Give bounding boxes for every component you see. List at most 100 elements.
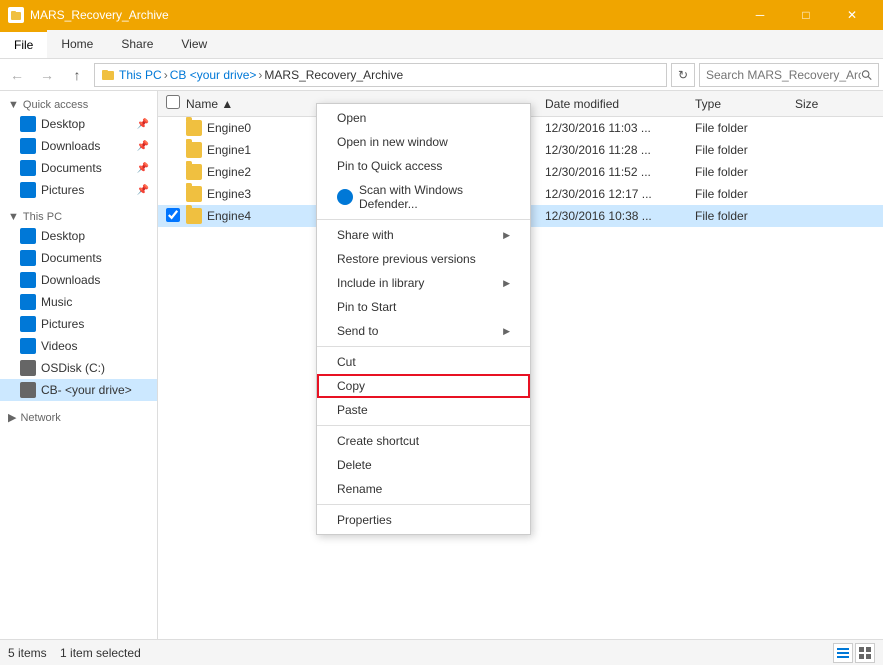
pictures-icon: [20, 182, 36, 198]
ctx-pin-quickaccess[interactable]: Pin to Quick access: [317, 154, 530, 178]
thispc-label: This PC: [23, 211, 62, 223]
sidebar-thispc-videos[interactable]: Videos: [0, 335, 157, 357]
forward-button[interactable]: →: [34, 62, 60, 88]
status-info: 5 items 1 item selected: [8, 646, 141, 660]
col-type-header[interactable]: Type: [695, 97, 795, 111]
refresh-button[interactable]: ↻: [671, 63, 695, 87]
ctx-delete[interactable]: Delete: [317, 453, 530, 477]
col-modified-header[interactable]: Date modified: [545, 97, 695, 111]
pin-icon: 📌: [137, 185, 149, 196]
sidebar-item-label: Videos: [41, 339, 77, 353]
large-icons-view-button[interactable]: [855, 643, 875, 663]
col-size-header[interactable]: Size: [795, 97, 875, 111]
ctx-item-left: Pin to Quick access: [337, 159, 442, 173]
ctx-item-left: Paste: [337, 403, 368, 417]
tab-home[interactable]: Home: [47, 30, 107, 58]
pin-icon: 📌: [137, 119, 149, 130]
maximize-button[interactable]: □: [783, 0, 829, 30]
sidebar-thispc-osdisk[interactable]: OSDisk (C:): [0, 357, 157, 379]
file-modified: 12/30/2016 12:17 ...: [545, 187, 695, 201]
ctx-scan-defender[interactable]: Scan with Windows Defender...: [317, 178, 530, 216]
sidebar-item-label: Downloads: [41, 139, 100, 153]
sidebar-item-pictures[interactable]: Pictures 📌: [0, 179, 157, 201]
sidebar-item-label: Documents: [41, 251, 102, 265]
pictures-icon: [20, 316, 36, 332]
ctx-share-with[interactable]: Share with: [317, 223, 530, 247]
ctx-rename[interactable]: Rename: [317, 477, 530, 501]
tab-file[interactable]: File: [0, 30, 47, 58]
details-view-button[interactable]: [833, 643, 853, 663]
pin-icon: 📌: [137, 141, 149, 152]
ctx-properties[interactable]: Properties: [317, 508, 530, 532]
minimize-button[interactable]: ─: [737, 0, 783, 30]
drive-icon: [20, 382, 36, 398]
address-path[interactable]: This PC › CB <your drive> › MARS_Recover…: [94, 63, 667, 87]
ctx-send-to[interactable]: Send to: [317, 319, 530, 343]
select-all-checkbox[interactable]: [166, 95, 180, 109]
tab-share[interactable]: Share: [107, 30, 167, 58]
context-menu: Open Open in new window Pin to Quick acc…: [316, 103, 531, 535]
sidebar-thispc-music[interactable]: Music: [0, 291, 157, 313]
search-box: [699, 63, 879, 87]
ctx-open-new-window[interactable]: Open in new window: [317, 130, 530, 154]
ctx-item-left: Open in new window: [337, 135, 448, 149]
file-modified: 12/30/2016 11:52 ...: [545, 165, 695, 179]
sidebar-group-thispc[interactable]: ▼ This PC: [0, 207, 157, 225]
file-type: File folder: [695, 143, 795, 157]
sidebar-thispc-documents[interactable]: Documents: [0, 247, 157, 269]
sidebar-thispc-downloads[interactable]: Downloads: [0, 269, 157, 291]
ctx-restore-versions[interactable]: Restore previous versions: [317, 247, 530, 271]
close-button[interactable]: ✕: [829, 0, 875, 30]
folder-icon: [186, 120, 202, 136]
back-button[interactable]: ←: [4, 62, 30, 88]
sidebar-item-label: Pictures: [41, 317, 84, 331]
tab-view[interactable]: View: [167, 30, 221, 58]
folder-icon: [186, 186, 202, 202]
ctx-include-library[interactable]: Include in library: [317, 271, 530, 295]
ctx-paste[interactable]: Paste: [317, 398, 530, 422]
disk-icon: [20, 360, 36, 376]
ctx-item-left: Cut: [337, 355, 356, 369]
desktop-icon: [20, 228, 36, 244]
breadcrumb-drive[interactable]: CB <your drive>: [170, 68, 257, 82]
sidebar-item-label: CB- <your drive>: [41, 383, 132, 397]
sidebar-thispc-desktop[interactable]: Desktop: [0, 225, 157, 247]
documents-icon: [20, 250, 36, 266]
ctx-open[interactable]: Open: [317, 106, 530, 130]
header-check: [166, 95, 186, 112]
ctx-copy[interactable]: Copy: [317, 374, 530, 398]
up-button[interactable]: ↑: [64, 62, 90, 88]
quickaccess-label: Quick access: [23, 99, 88, 111]
ctx-item-left: Restore previous versions: [337, 252, 476, 266]
ribbon: File Home Share View: [0, 30, 883, 59]
sidebar-item-label: Music: [41, 295, 72, 309]
sidebar-group-network[interactable]: ▶ Network: [0, 407, 157, 426]
ctx-create-shortcut[interactable]: Create shortcut: [317, 429, 530, 453]
item-count: 5 items: [8, 646, 47, 660]
search-input[interactable]: [706, 68, 861, 82]
sidebar-item-desktop[interactable]: Desktop 📌: [0, 113, 157, 135]
sidebar-item-label: Documents: [41, 161, 102, 175]
ctx-item-left: Share with: [337, 228, 394, 242]
sidebar-thispc-pictures[interactable]: Pictures: [0, 313, 157, 335]
ctx-pin-start[interactable]: Pin to Start: [317, 295, 530, 319]
breadcrumb-sep2: ›: [258, 68, 262, 82]
sidebar-group-quickaccess[interactable]: ▼ Quick access: [0, 95, 157, 113]
selected-count: 1 item selected: [60, 646, 141, 660]
ctx-item-left: Send to: [337, 324, 378, 338]
breadcrumb-thispc[interactable]: This PC: [119, 68, 162, 82]
sidebar-item-downloads[interactable]: Downloads 📌: [0, 135, 157, 157]
sidebar-item-label: OSDisk (C:): [41, 361, 105, 375]
ctx-separator: [317, 346, 530, 347]
sidebar-item-documents[interactable]: Documents 📌: [0, 157, 157, 179]
ctx-item-left: Scan with Windows Defender...: [337, 183, 510, 211]
ctx-cut[interactable]: Cut: [317, 350, 530, 374]
videos-icon: [20, 338, 36, 354]
chevron-icon: ▶: [8, 411, 16, 424]
sidebar-thispc-yourdrive[interactable]: CB- <your drive>: [0, 379, 157, 401]
chevron-icon: ▼: [8, 211, 19, 223]
sidebar-item-label: Pictures: [41, 183, 84, 197]
row-checkbox[interactable]: [166, 208, 180, 222]
window-controls: ─ □ ✕: [737, 0, 875, 30]
file-modified: 12/30/2016 11:03 ...: [545, 121, 695, 135]
